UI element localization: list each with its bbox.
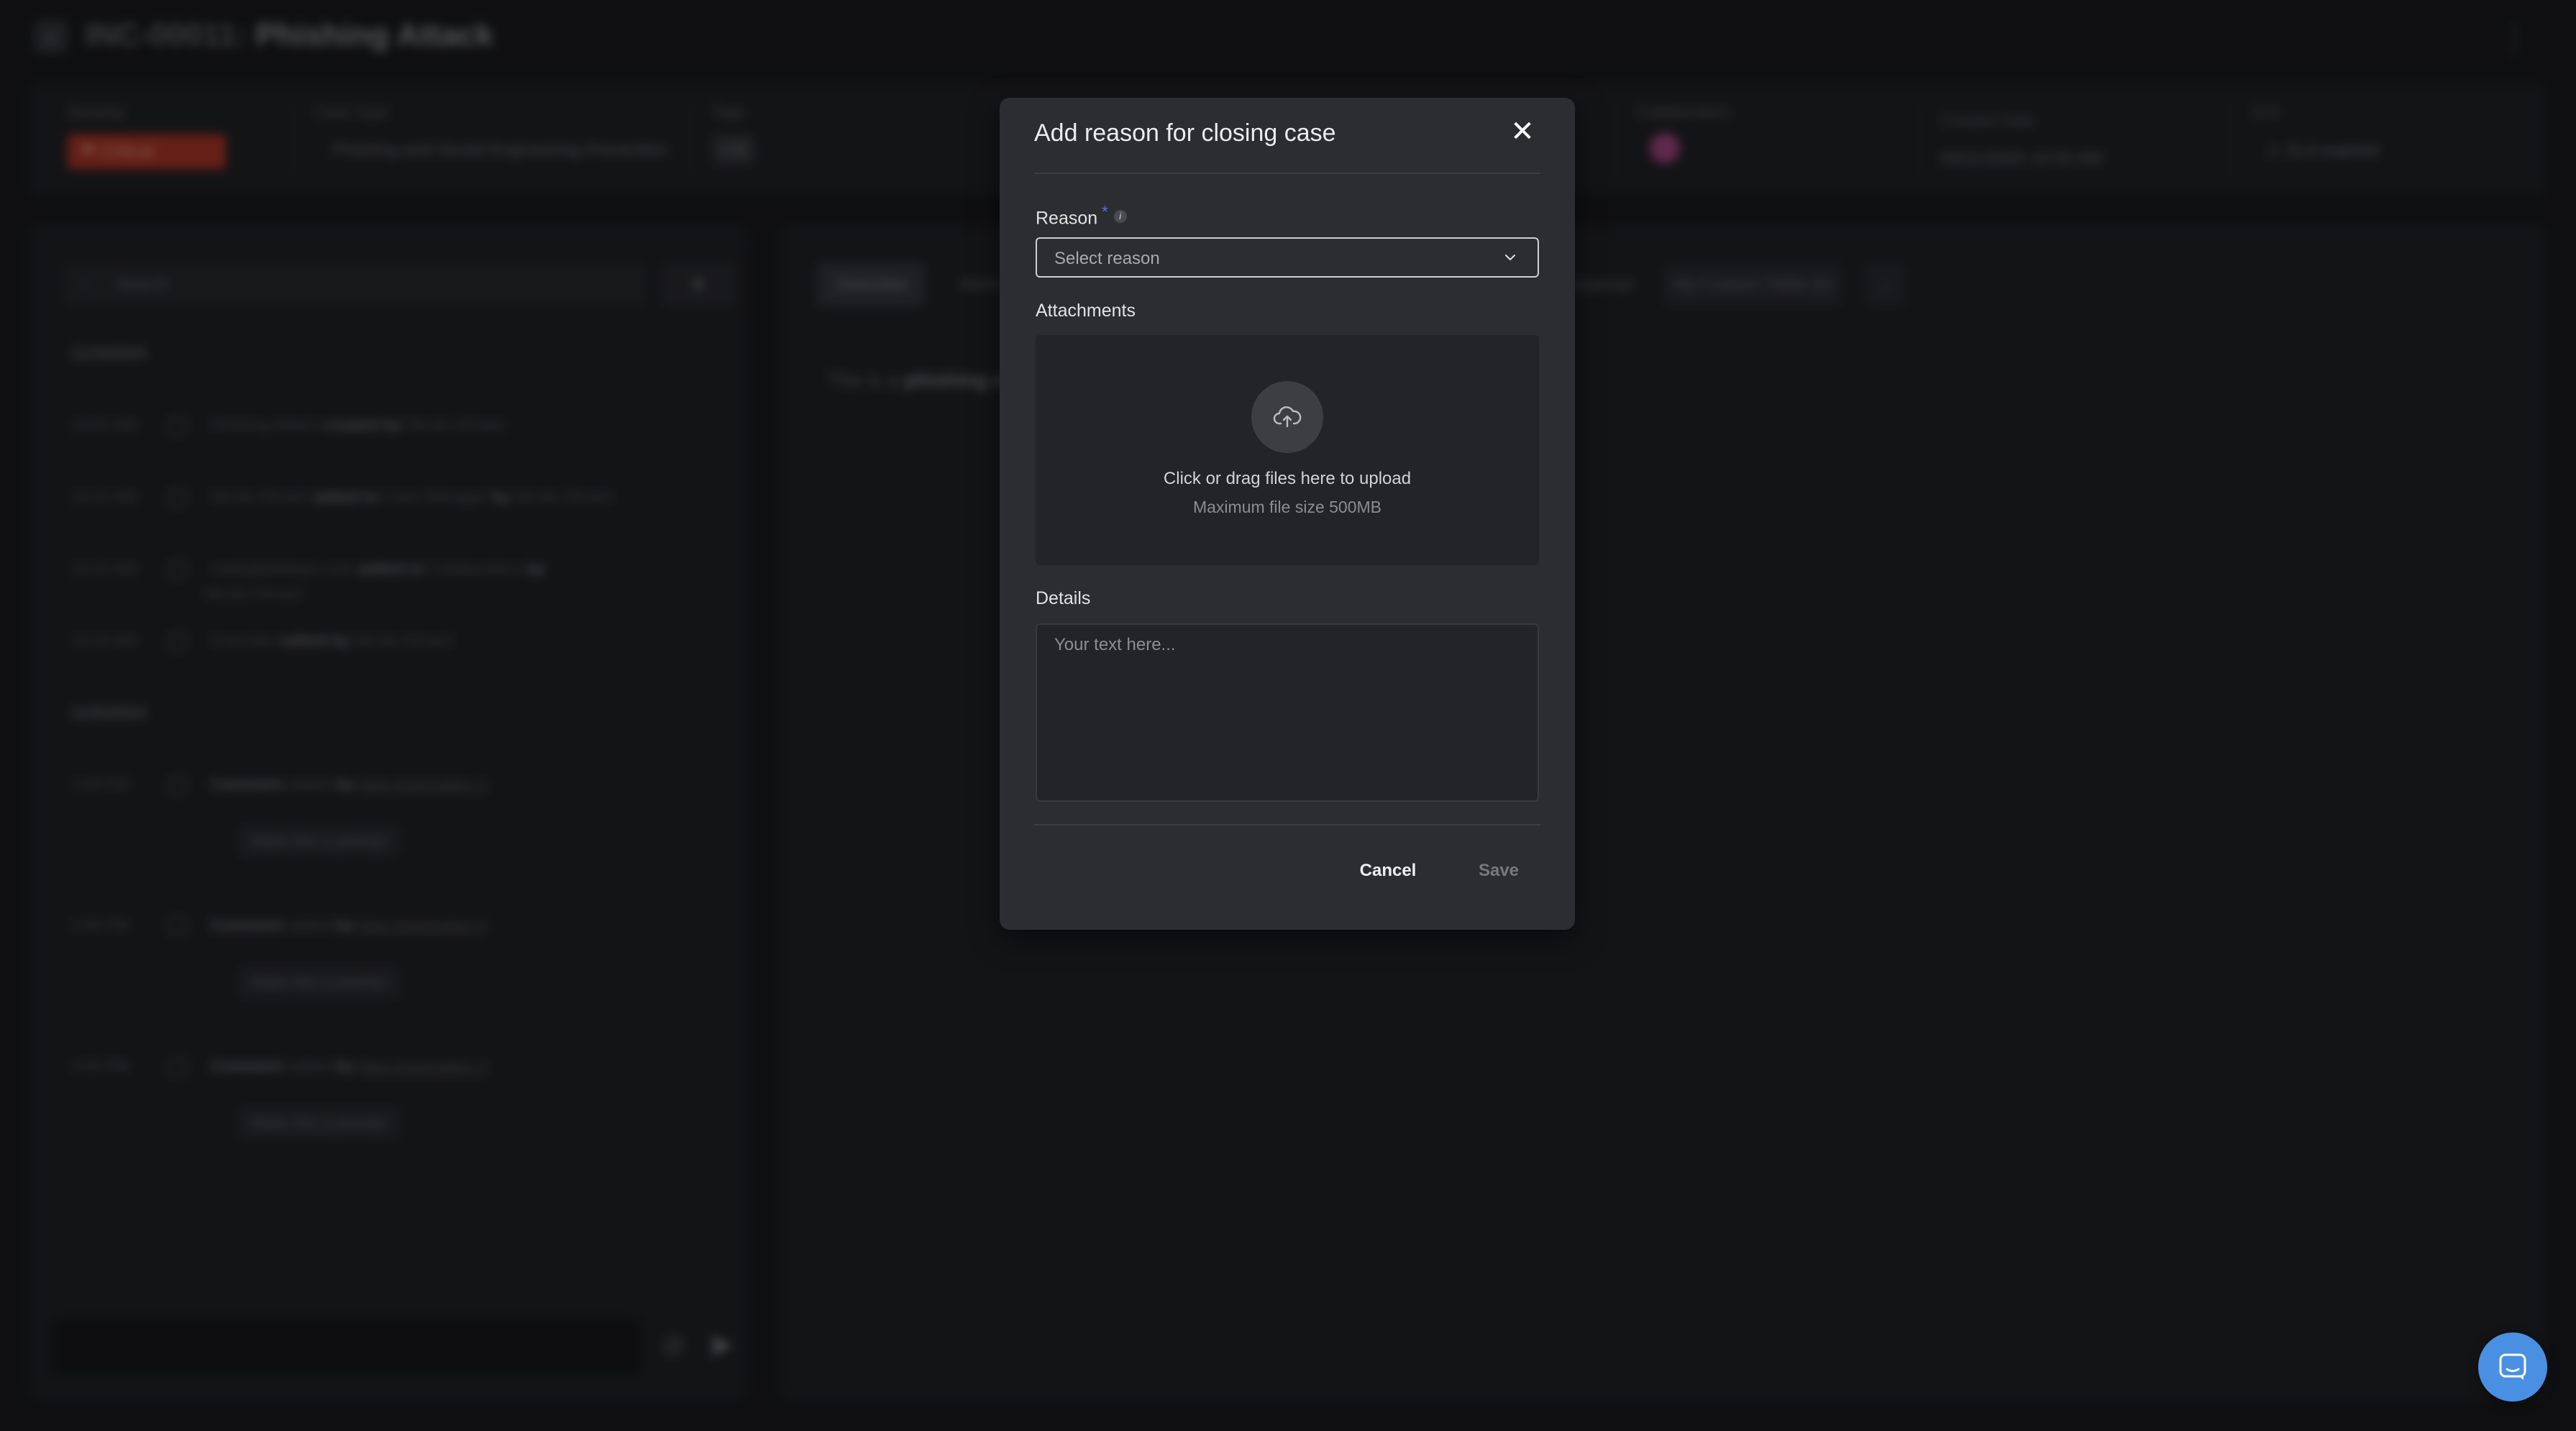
close-icon[interactable]: ✕	[1504, 114, 1540, 150]
details-textarea[interactable]	[1036, 623, 1539, 802]
reason-label: Reason * i	[1036, 203, 1127, 229]
chat-bubble-icon	[2499, 1353, 2526, 1380]
dialog-title: Add reason for closing case	[1034, 119, 1336, 147]
chat-widget-button[interactable]	[2478, 1332, 2547, 1402]
cancel-button[interactable]: Cancel	[1356, 853, 1420, 889]
attachments-label: Attachments	[1036, 301, 1136, 321]
save-button[interactable]: Save	[1470, 853, 1527, 889]
required-marker: *	[1102, 203, 1108, 221]
chevron-down-icon	[1505, 255, 1515, 260]
info-icon[interactable]: i	[1113, 210, 1127, 224]
upload-button[interactable]	[1251, 381, 1323, 453]
cloud-upload-icon	[1273, 406, 1302, 428]
close-case-dialog: Add reason for closing case ✕ Reason * i S…	[1000, 98, 1575, 930]
divider	[1034, 173, 1540, 174]
divider	[1034, 824, 1540, 826]
upload-size-limit: Maximum file size 500MB	[1192, 498, 1382, 516]
reason-placeholder: Select reason	[1054, 249, 1160, 268]
file-dropzone[interactable]: Click or drag files here to upload Maxim…	[1036, 335, 1539, 565]
details-label: Details	[1036, 588, 1091, 608]
reason-select[interactable]: Select reason	[1036, 237, 1539, 278]
upload-instructions: Click or drag files here to upload	[1163, 469, 1412, 488]
